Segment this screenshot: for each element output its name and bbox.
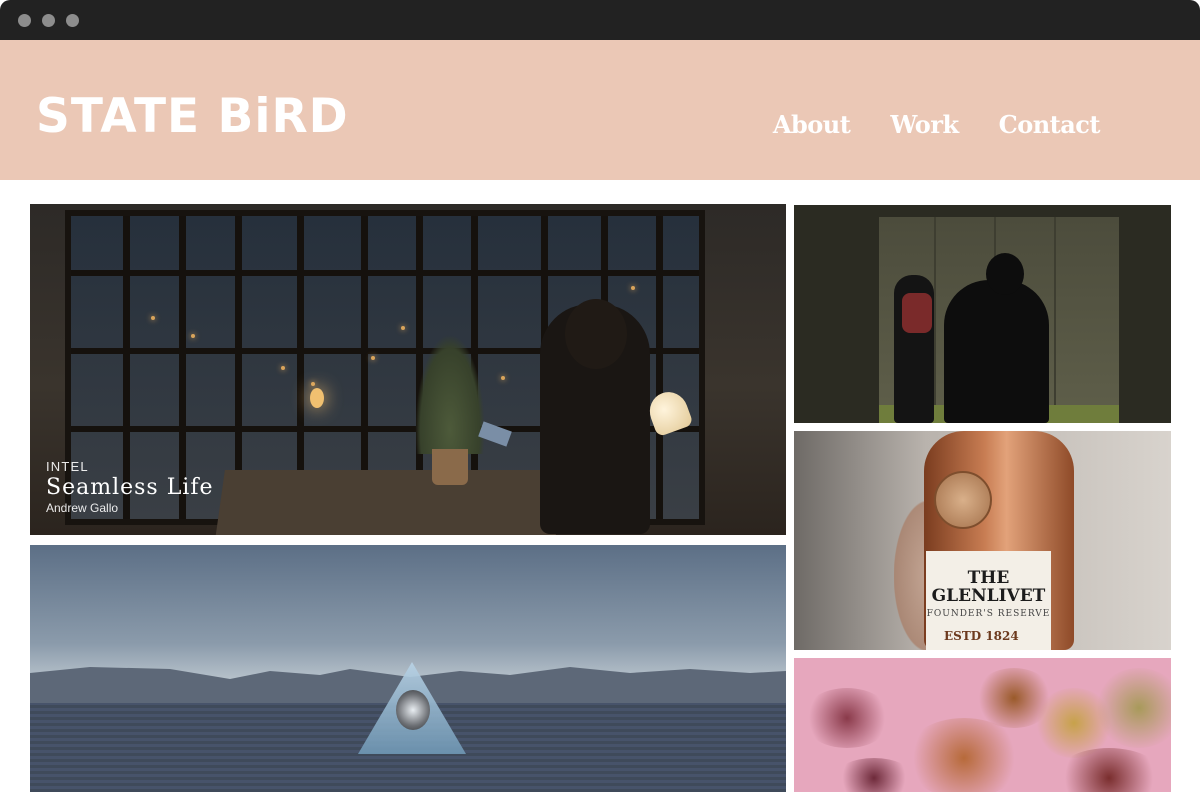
bulb: [310, 388, 324, 408]
bottle-label-estd: ESTD 1824: [944, 629, 1019, 643]
plant-pot: [432, 449, 468, 485]
label-line1: THE: [967, 568, 1010, 588]
spice-pile: [802, 688, 892, 748]
bottle-seal: [934, 471, 992, 529]
project-author: Andrew Gallo: [46, 501, 119, 515]
site-header: STATE BiRD About Work Contact: [0, 40, 1200, 180]
project-tile-spices[interactable]: [794, 658, 1171, 792]
window-dot-minimize[interactable]: [42, 14, 55, 27]
nav-link-contact[interactable]: Contact: [999, 110, 1101, 139]
project-caption: INTEL Seamless Life Andrew Gallo: [46, 459, 214, 515]
project-tile-landscape[interactable]: [30, 545, 786, 792]
desk: [215, 470, 565, 535]
project-title[interactable]: Seamless Life: [46, 475, 214, 500]
window-dot-maximize[interactable]: [66, 14, 79, 27]
nav-link-work[interactable]: Work: [890, 110, 959, 139]
plant: [415, 334, 485, 454]
person-head: [565, 299, 627, 369]
prism-core: [396, 690, 430, 730]
spice-pile: [904, 718, 1024, 792]
player-head: [986, 253, 1024, 295]
player-silhouette: [944, 280, 1049, 423]
main-nav: About Work Contact: [773, 110, 1101, 139]
bottle-label-text: THE GLENLIVET: [926, 569, 1051, 605]
spice-pile: [834, 758, 914, 792]
project-client: INTEL: [46, 459, 89, 474]
browser-chrome: [0, 0, 1200, 40]
project-tile-intel[interactable]: INTEL Seamless Life Andrew Gallo: [30, 204, 786, 535]
label-line2: GLENLIVET: [931, 586, 1046, 606]
bottle-label-sub: FOUNDER'S RESERVE: [926, 609, 1051, 619]
nav-link-about[interactable]: About: [773, 110, 851, 139]
player-jersey: [902, 293, 932, 333]
project-tile-whisky[interactable]: THE GLENLIVET FOUNDER'S RESERVE ESTD 182…: [794, 431, 1171, 650]
window-dot-close[interactable]: [18, 14, 31, 27]
project-tile-baseball[interactable]: [794, 205, 1171, 423]
site-logo[interactable]: STATE BiRD: [36, 92, 349, 142]
